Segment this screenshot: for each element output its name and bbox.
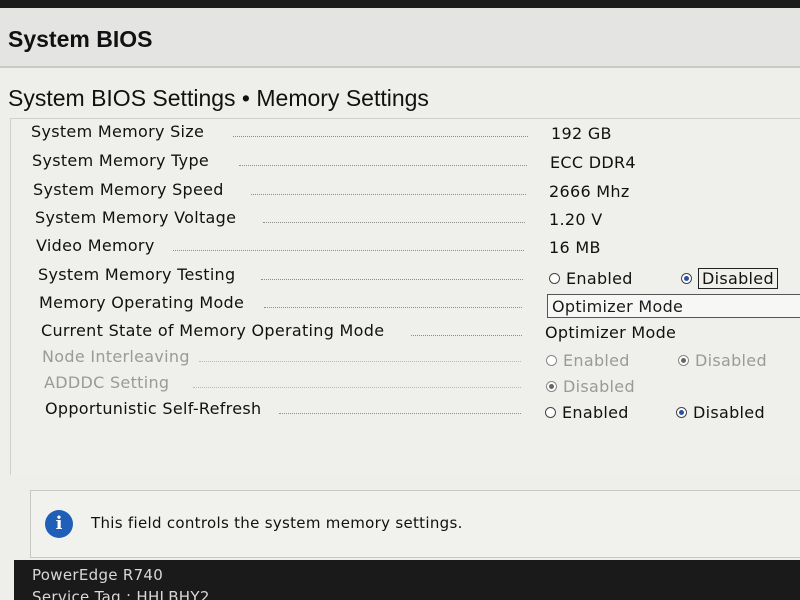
radio-label-focused: Disabled (698, 267, 778, 289)
setting-row-memory-speed: System Memory Speed 2666 Mhz (11, 177, 800, 203)
radio-label: Disabled (693, 402, 765, 422)
leader-dots (239, 165, 527, 166)
leader-dots (261, 279, 523, 280)
leader-dots (193, 387, 521, 388)
radio-button-icon[interactable] (545, 406, 556, 418)
radio-button-selected-icon (546, 380, 557, 392)
info-icon: i (45, 510, 73, 538)
leader-dots (279, 413, 521, 414)
setting-row-memory-testing[interactable]: System Memory Testing Enabled Disabled (11, 262, 800, 289)
setting-row-memory-size: System Memory Size 192 GB (11, 119, 800, 145)
setting-row-memory-operating-mode[interactable]: Memory Operating Mode Optimizer Mode (11, 290, 800, 318)
setting-label: System Memory Voltage (35, 208, 237, 227)
radio-disabled: Disabled (546, 376, 635, 396)
setting-label: Video Memory (36, 236, 155, 255)
leader-dots (411, 335, 522, 336)
leader-dots (233, 136, 528, 137)
leader-dots (173, 250, 524, 251)
radio-label: Enabled (562, 402, 629, 422)
setting-label: System Memory Size (31, 122, 205, 141)
setting-row-node-interleaving: Node Interleaving Enabled Disabled (11, 344, 800, 370)
radio-button-selected-icon[interactable] (676, 406, 687, 418)
setting-row-video-memory: Video Memory 16 MB (11, 233, 800, 259)
radio-label: Disabled (695, 350, 767, 370)
radio-label: Enabled (566, 268, 633, 288)
setting-row-adddc: ADDDC Setting Disabled (11, 370, 800, 396)
app-header: System BIOS (0, 8, 800, 68)
leader-dots (199, 361, 521, 362)
radio-disabled[interactable]: Disabled (676, 402, 765, 422)
radio-button-selected-icon (678, 354, 689, 366)
setting-row-opportunistic-self-refresh[interactable]: Opportunistic Self-Refresh Enabled Disab… (11, 396, 800, 422)
leader-dots (263, 222, 525, 223)
memory-mode-dropdown[interactable]: Optimizer Mode (547, 294, 800, 318)
setting-label: ADDDC Setting (44, 373, 170, 392)
app-title: System BIOS (8, 26, 153, 52)
bios-screen: System BIOS System BIOS Settings • Memor… (0, 8, 800, 600)
setting-value: Optimizer Mode (545, 323, 677, 342)
setting-label: Opportunistic Self-Refresh (45, 399, 262, 418)
radio-label: Enabled (563, 350, 630, 370)
footer-model: PowerEdge R740 (32, 566, 164, 584)
setting-value: 16 MB (549, 238, 601, 257)
radio-button-icon (546, 354, 557, 366)
help-panel: i This field controls the system memory … (30, 490, 800, 558)
setting-value: ECC DDR4 (550, 153, 636, 172)
radio-disabled: Disabled (678, 350, 767, 370)
radio-button-selected-icon[interactable] (681, 272, 692, 284)
setting-row-memory-voltage: System Memory Voltage 1.20 V (11, 205, 800, 231)
setting-value: 2666 Mhz (549, 182, 630, 201)
setting-label: Node Interleaving (42, 347, 190, 366)
help-text: This field controls the system memory se… (91, 514, 463, 532)
setting-label: System Memory Type (32, 151, 210, 170)
leader-dots (264, 307, 522, 308)
dropdown-selected-value: Optimizer Mode (552, 297, 684, 316)
setting-label: Current State of Memory Operating Mode (41, 321, 385, 340)
setting-label: System Memory Testing (38, 265, 236, 284)
radio-enabled: Enabled (546, 350, 630, 370)
radio-enabled[interactable]: Enabled (545, 402, 629, 422)
radio-enabled[interactable]: Enabled (549, 268, 633, 288)
setting-value: 1.20 V (549, 210, 603, 229)
footer-service-tag: Service Tag : HHLBHY2 (32, 588, 210, 600)
radio-button-icon[interactable] (549, 272, 560, 284)
setting-label: System Memory Speed (33, 180, 224, 199)
leader-dots (251, 194, 526, 195)
setting-row-memory-type: System Memory Type ECC DDR4 (11, 148, 800, 174)
radio-disabled[interactable]: Disabled (681, 267, 778, 289)
radio-label: Disabled (563, 376, 635, 396)
settings-panel: System Memory Size 192 GB System Memory … (10, 118, 800, 475)
setting-row-current-state: Current State of Memory Operating Mode O… (11, 318, 800, 344)
page-title: System BIOS Settings • Memory Settings (8, 85, 429, 111)
system-footer: PowerEdge R740 Service Tag : HHLBHY2 (14, 560, 800, 600)
setting-value: 192 GB (551, 124, 612, 143)
setting-label: Memory Operating Mode (39, 293, 245, 312)
